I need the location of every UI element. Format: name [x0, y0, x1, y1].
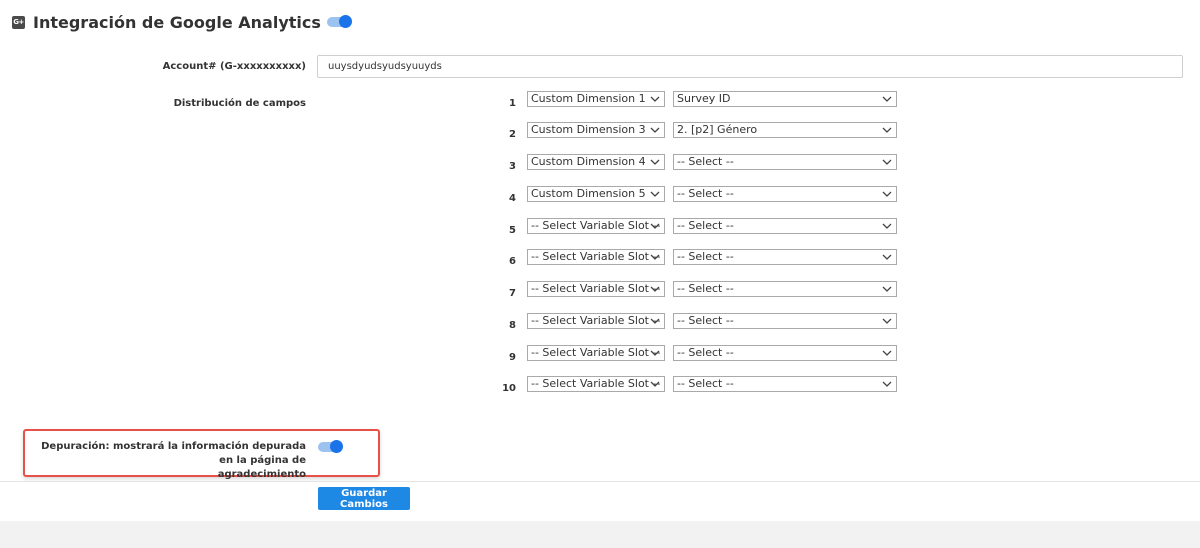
chevron-down-icon [881, 282, 893, 296]
row-number: 8 [509, 320, 516, 331]
chevron-down-icon [649, 282, 661, 296]
survey-field-select[interactable]: -- Select -- [673, 376, 897, 392]
variable-slot-select[interactable]: -- Select Variable Slot -- [527, 345, 665, 361]
select-value: -- Select Variable Slot -- [531, 377, 661, 390]
chevron-down-icon [881, 377, 893, 391]
survey-field-select[interactable]: -- Select -- [673, 186, 897, 202]
chevron-down-icon [649, 377, 661, 391]
row-number: 1 [509, 98, 516, 109]
select-value: -- Select Variable Slot -- [531, 314, 661, 327]
chevron-down-icon [881, 314, 893, 328]
variable-slot-select[interactable]: -- Select Variable Slot -- [527, 376, 665, 392]
variable-slot-select[interactable]: -- Select Variable Slot -- [527, 313, 665, 329]
select-value: -- Select Variable Slot -- [531, 346, 661, 359]
survey-field-select[interactable]: -- Select -- [673, 313, 897, 329]
select-value: Survey ID [677, 92, 731, 105]
chevron-down-icon [881, 250, 893, 264]
survey-field-select[interactable]: 2. [p2] Género [673, 122, 897, 138]
select-value: -- Select -- [677, 282, 734, 295]
chevron-down-icon [881, 123, 893, 137]
select-value: -- Select -- [677, 377, 734, 390]
account-label: Account# (G-xxxxxxxxxx) [162, 61, 306, 72]
variable-slot-select[interactable]: -- Select Variable Slot -- [527, 218, 665, 234]
row-number: 2 [509, 129, 516, 140]
row-number: 7 [509, 288, 516, 299]
select-value: -- Select -- [677, 219, 734, 232]
select-value: -- Select -- [677, 187, 734, 200]
select-value: -- Select -- [677, 346, 734, 359]
select-value: -- Select Variable Slot -- [531, 282, 661, 295]
debug-label-line1: Depuración: mostrará la información depu… [41, 441, 306, 466]
survey-field-select[interactable]: -- Select -- [673, 218, 897, 234]
chevron-down-icon [649, 155, 661, 169]
chevron-down-icon [881, 155, 893, 169]
chevron-down-icon [881, 187, 893, 201]
select-value: Custom Dimension 4 [531, 155, 646, 168]
chevron-down-icon [649, 219, 661, 233]
row-number: 6 [509, 256, 516, 267]
toggle-knob [338, 15, 352, 28]
chevron-down-icon [649, 187, 661, 201]
survey-field-select[interactable]: -- Select -- [673, 249, 897, 265]
select-value: -- Select Variable Slot -- [531, 250, 661, 263]
row-number: 5 [509, 225, 516, 236]
variable-slot-select[interactable]: Custom Dimension 1 [527, 91, 665, 107]
select-value: -- Select -- [677, 314, 734, 327]
footer-bar [0, 521, 1200, 548]
debug-label: Depuración: mostrará la información depu… [26, 440, 306, 482]
select-value: -- Select -- [677, 250, 734, 263]
select-value: -- Select -- [677, 155, 734, 168]
select-value: 2. [p2] Género [677, 123, 758, 136]
google-plus-icon: G+ [12, 15, 25, 29]
section-header: G+ Integración de Google Analytics [12, 12, 352, 32]
toggle-knob [330, 440, 343, 453]
row-number: 4 [509, 193, 516, 204]
select-value: Custom Dimension 5 [531, 187, 646, 200]
chevron-down-icon [649, 123, 661, 137]
variable-slot-select[interactable]: Custom Dimension 5 [527, 186, 665, 202]
survey-field-select[interactable]: Survey ID [673, 91, 897, 107]
row-number: 10 [502, 383, 516, 394]
analytics-enabled-toggle[interactable] [326, 15, 352, 28]
variable-slot-select[interactable]: Custom Dimension 3 [527, 122, 665, 138]
debug-toggle[interactable] [318, 440, 343, 453]
chevron-down-icon [649, 314, 661, 328]
debug-label-line2: agradecimiento [217, 469, 306, 480]
survey-field-select[interactable]: -- Select -- [673, 345, 897, 361]
account-input[interactable]: uuysdyudsyudsyuuyds [317, 55, 1183, 78]
distribution-label: Distribución de campos [173, 98, 306, 109]
chevron-down-icon [649, 346, 661, 360]
survey-field-select[interactable]: -- Select -- [673, 281, 897, 297]
section-title: Integración de Google Analytics [33, 12, 321, 32]
row-number: 3 [509, 161, 516, 172]
chevron-down-icon [881, 92, 893, 106]
select-value: Custom Dimension 1 [531, 92, 646, 105]
row-number: 9 [509, 352, 516, 363]
divider [0, 481, 1200, 482]
save-button[interactable]: Guardar Cambios [318, 487, 410, 510]
select-value: -- Select Variable Slot -- [531, 219, 661, 232]
chevron-down-icon [881, 346, 893, 360]
variable-slot-select[interactable]: -- Select Variable Slot -- [527, 249, 665, 265]
variable-slot-select[interactable]: Custom Dimension 4 [527, 154, 665, 170]
select-value: Custom Dimension 3 [531, 123, 646, 136]
chevron-down-icon [649, 92, 661, 106]
chevron-down-icon [881, 219, 893, 233]
variable-slot-select[interactable]: -- Select Variable Slot -- [527, 281, 665, 297]
chevron-down-icon [649, 250, 661, 264]
survey-field-select[interactable]: -- Select -- [673, 154, 897, 170]
